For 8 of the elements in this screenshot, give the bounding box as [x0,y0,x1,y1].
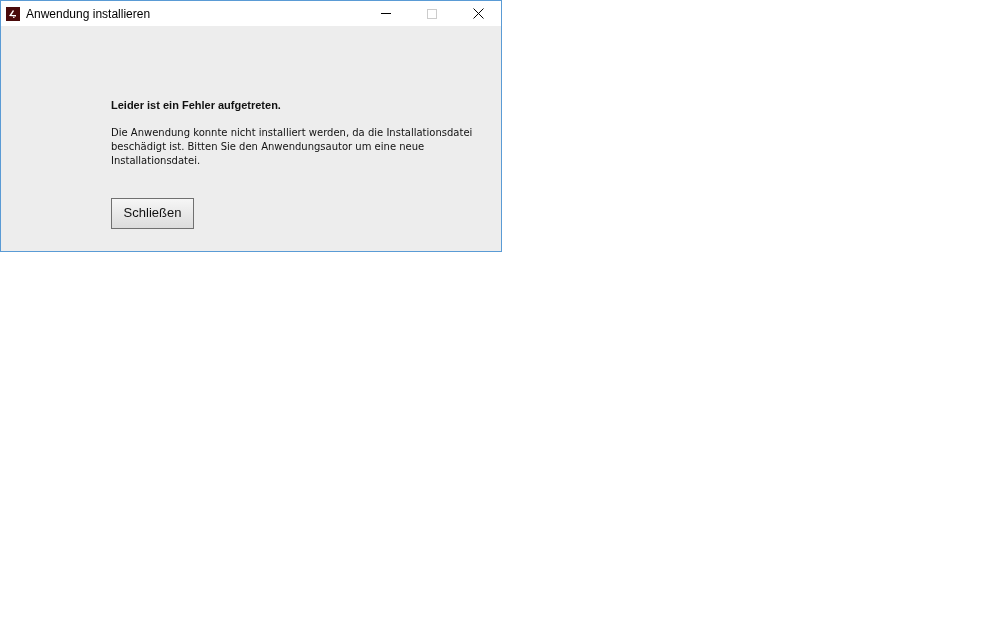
close-dialog-button[interactable]: Schließen [111,197,194,229]
error-message: Die Anwendung konnte nicht installiert werden, da die Installationsdatei beschädigt ist. Bitten Sie den Anwendungsautor um eine neue Installationsdatei. [111,125,474,168]
close-icon [472,8,484,19]
maximize-icon [427,8,437,19]
app-logo-icon [6,6,20,21]
minimize-icon [381,13,391,14]
error-heading: Leider ist ein Fehler aufgetreten. [111,98,281,113]
window-title: Anwendung installieren [26,5,151,23]
